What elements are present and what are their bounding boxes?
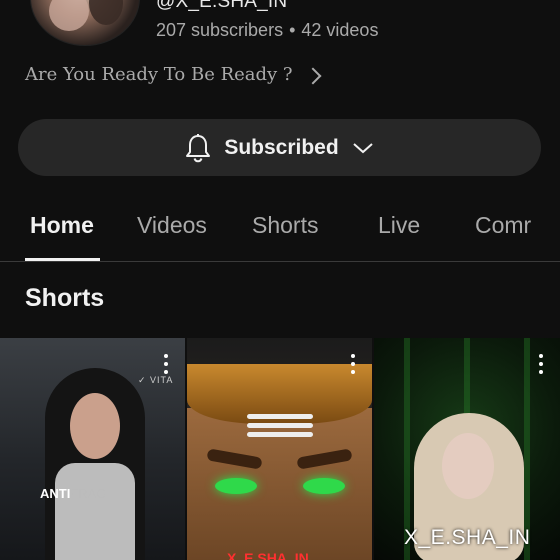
- overlay-text-a: ANTI: [40, 486, 71, 501]
- tab-shorts[interactable]: Shorts: [252, 212, 318, 239]
- thumbnail-watermark: ✓ VITA: [138, 375, 174, 385]
- more-vert-icon[interactable]: [164, 354, 168, 374]
- subscribed-button[interactable]: Subscribed: [18, 119, 541, 176]
- thumbnail-image: [442, 433, 494, 499]
- shorts-section-title: Shorts: [25, 284, 105, 312]
- tab-live[interactable]: Live: [378, 212, 420, 239]
- channel-stats: 207 subscribers • 42 videos: [156, 20, 378, 41]
- tab-community[interactable]: Comr: [475, 212, 531, 239]
- channel-tabs: Home Videos Shorts Live Comr: [0, 195, 560, 262]
- active-tab-indicator: [25, 258, 100, 261]
- overlay-text-b: FRAG: [70, 486, 107, 501]
- avatar-image-part: [89, 0, 123, 25]
- short-thumbnail[interactable]: ✓ VITA ANTIFRAG: [0, 338, 185, 560]
- subscriber-count: 207 subscribers: [156, 20, 284, 40]
- channel-description[interactable]: Are You Ready To Be Ready ?: [25, 64, 322, 85]
- thumbnail-image: [215, 478, 257, 494]
- tab-home[interactable]: Home: [30, 212, 94, 239]
- channel-avatar[interactable]: [30, 0, 140, 46]
- thumbnail-overlay-text: ANTIFRAG: [40, 486, 106, 501]
- tab-videos[interactable]: Videos: [137, 212, 207, 239]
- more-vert-icon[interactable]: [539, 354, 543, 374]
- thumbnail-image: [303, 478, 345, 494]
- channel-description-text: Are You Ready To Be Ready ?: [25, 64, 293, 85]
- short-thumbnail[interactable]: X_E.SHA_IN: [187, 338, 372, 560]
- video-count: 42 videos: [301, 20, 379, 40]
- avatar-image-part: [49, 0, 89, 31]
- thumbnail-image: [70, 393, 120, 459]
- thumbnail-image: [247, 414, 313, 419]
- thumbnail-overlay-text: X_E.SHA_IN: [404, 526, 531, 549]
- thumbnail-overlay-text: X_E.SHA_IN: [227, 550, 309, 560]
- short-thumbnail[interactable]: X_E.SHA_IN: [374, 338, 560, 560]
- thumbnail-image: [55, 463, 135, 560]
- more-vert-icon[interactable]: [351, 354, 355, 374]
- stats-separator: •: [289, 20, 296, 40]
- chevron-down-icon: [351, 141, 375, 155]
- chevron-right-icon: [304, 67, 322, 84]
- channel-handle: @X_E.SHA_IN: [156, 0, 288, 12]
- subscribed-label: Subscribed: [224, 135, 339, 159]
- bell-icon: [184, 133, 212, 163]
